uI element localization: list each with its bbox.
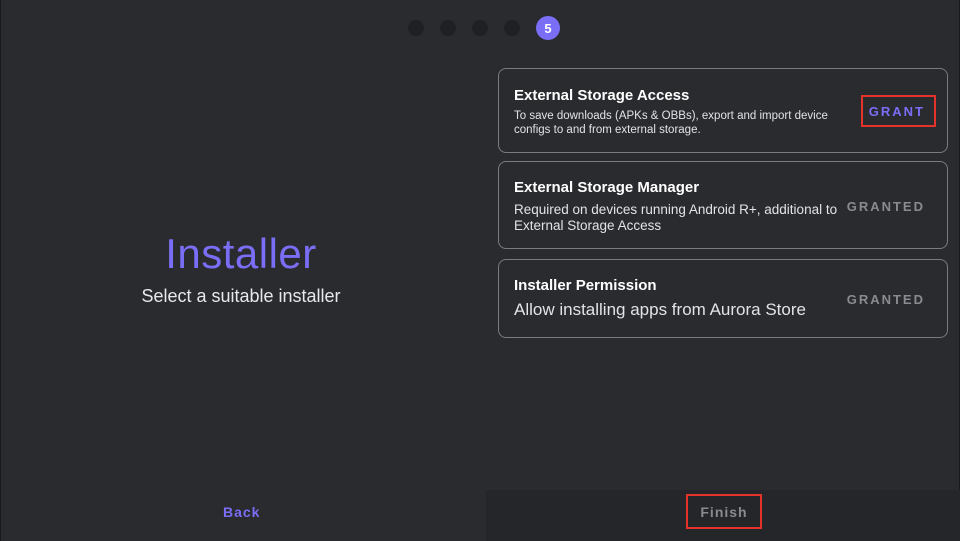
finish-button[interactable]: Finish: [686, 494, 762, 529]
step-dot-4: [504, 20, 520, 36]
step-dot-3: [472, 20, 488, 36]
permission-description: To save downloads (APKs & OBBs), export …: [514, 110, 828, 136]
step-dot-2: [440, 20, 456, 36]
permission-description: Allow installing apps from Aurora Store: [514, 300, 806, 319]
setup-screen: 5 Installer Select a suitable installer …: [0, 0, 960, 541]
step-dot-1: [408, 20, 424, 36]
page-title: Installer: [165, 230, 317, 277]
step-indicator: 5: [408, 16, 560, 40]
page-subtitle: Select a suitable installer: [141, 286, 341, 306]
permission-title: Installer Permission: [514, 277, 657, 294]
back-button[interactable]: Back: [223, 504, 260, 520]
permission-card-installer-permission: Installer Permission Allow installing ap…: [498, 259, 948, 338]
granted-status: GRANTED: [846, 292, 925, 307]
permission-description: Required on devices running Android R+, …: [514, 202, 838, 233]
grant-highlight-box: [861, 95, 936, 127]
granted-status: GRANTED: [846, 199, 925, 214]
permission-card-external-storage-manager: External Storage Manager Required on dev…: [498, 161, 948, 249]
intro-panel: Installer Select a suitable installer: [1, 230, 481, 307]
permission-title: External Storage Access: [514, 87, 690, 104]
permission-title: External Storage Manager: [514, 179, 700, 196]
step-dot-current: 5: [536, 16, 560, 40]
